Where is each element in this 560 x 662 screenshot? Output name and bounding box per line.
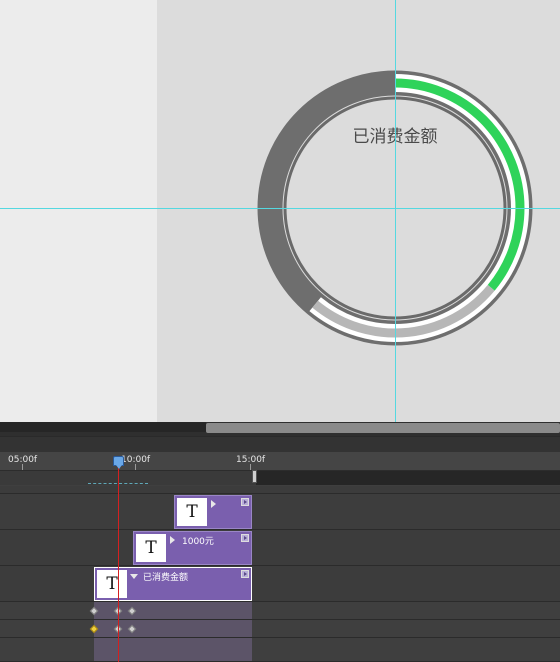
keyframe-icon[interactable]	[89, 606, 99, 616]
horizontal-scrollbar[interactable]	[0, 422, 560, 436]
layer-bar[interactable]: T 1000元	[133, 531, 252, 565]
layer-end-handle-icon[interactable]	[241, 570, 249, 578]
vertical-guide-line[interactable]	[395, 0, 396, 422]
expand-arrow-icon[interactable]	[211, 500, 216, 508]
layer-track-2[interactable]: T 1000元	[0, 530, 560, 566]
ruler-tick	[250, 464, 251, 470]
text-layer-icon: T	[97, 570, 127, 598]
horizontal-guide-line[interactable]	[0, 208, 560, 209]
progress-ring-gauge: 已消费金额	[257, 70, 533, 346]
layer-track-3[interactable]: T 已消费金额	[0, 566, 560, 602]
keyframe-icon[interactable]	[127, 606, 137, 616]
ruler-tick	[135, 464, 136, 470]
timeline-header-strip	[0, 436, 560, 453]
track-spacer	[0, 486, 560, 494]
work-area-outside	[256, 471, 560, 485]
layer-end-handle-icon[interactable]	[241, 534, 249, 542]
expand-arrow-icon[interactable]	[170, 536, 175, 544]
keyframe-selected-icon[interactable]	[89, 624, 99, 634]
playhead-line[interactable]	[118, 458, 119, 662]
timeline-panel: 05:00f 10:00f 15:00f T T 1000元 T 已消费金额	[0, 422, 560, 662]
text-layer-icon: T	[136, 534, 166, 562]
layer-track-1[interactable]: T	[0, 494, 560, 530]
text-layer-icon: T	[177, 498, 207, 526]
scrollbar-thumb[interactable]	[206, 423, 560, 433]
property-track-3[interactable]	[0, 638, 560, 662]
layer-end-handle-icon[interactable]	[241, 498, 249, 506]
layer-label: 1000元	[182, 537, 214, 547]
scrollbar-track	[0, 422, 206, 432]
property-track-1[interactable]	[0, 602, 560, 620]
canvas-area: 已消费金额	[0, 0, 560, 422]
keyframe-icon[interactable]	[127, 624, 137, 634]
layer-label: 已消费金额	[143, 573, 189, 583]
collapse-arrow-icon[interactable]	[130, 574, 138, 579]
layer-bar[interactable]: T	[174, 495, 252, 529]
time-ruler[interactable]: 05:00f 10:00f 15:00f	[0, 452, 560, 471]
property-track-2[interactable]	[0, 620, 560, 638]
ruler-tick	[22, 464, 23, 470]
work-area-end-handle[interactable]	[252, 470, 257, 483]
playhead-handle-icon[interactable]	[113, 456, 124, 469]
